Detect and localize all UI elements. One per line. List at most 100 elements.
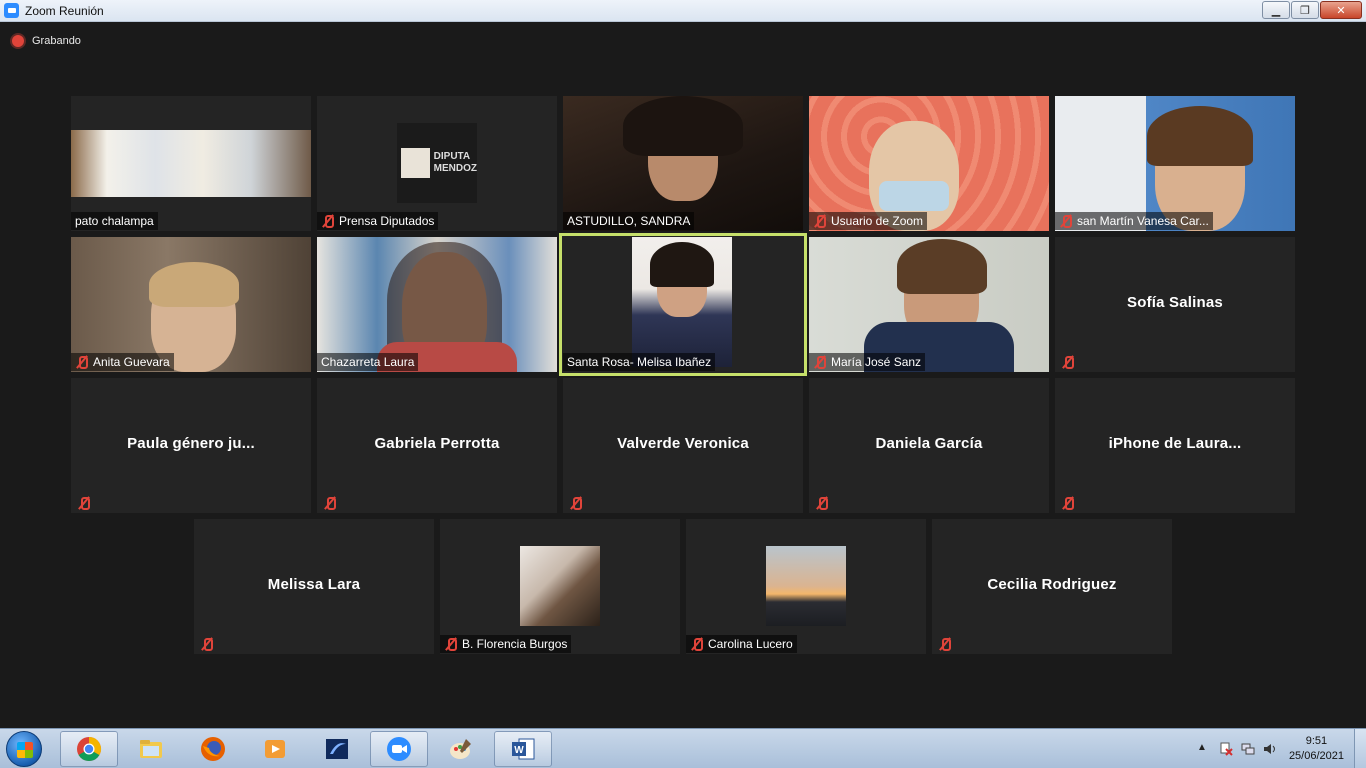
active-speaker-tile[interactable]: Santa Rosa- Melisa Ibañez xyxy=(559,233,807,376)
svg-text:W: W xyxy=(514,745,524,756)
muted-mic-icon xyxy=(77,496,91,510)
chrome-icon xyxy=(77,737,102,762)
participant-name: Valverde Veronica xyxy=(617,435,749,452)
muted-mic-icon xyxy=(323,496,337,510)
restore-button[interactable]: ❐ xyxy=(1291,1,1319,19)
muted-mic-icon xyxy=(1059,214,1073,228)
participant-name-label: Anita Guevara xyxy=(71,353,174,371)
participant-tile[interactable]: Melissa Lara xyxy=(194,519,434,654)
participant-name-label: Carolina Lucero xyxy=(686,635,797,653)
participant-name-label: Usuario de Zoom xyxy=(809,212,928,230)
zoom-icon xyxy=(387,737,411,761)
participant-name: Gabriela Perrotta xyxy=(374,435,500,452)
word-icon: W xyxy=(512,738,535,760)
window-title: Zoom Reunión xyxy=(25,4,104,18)
show-desktop-button[interactable] xyxy=(1354,729,1366,768)
participant-tile[interactable]: san Martín Vanesa Car... xyxy=(1055,96,1295,231)
taskbar-chrome[interactable] xyxy=(60,731,118,767)
taskbar-word[interactable]: W xyxy=(494,731,552,767)
participant-tile[interactable]: Paula género ju... xyxy=(71,378,311,513)
muted-mic-icon xyxy=(569,496,583,510)
participant-name-label: Chazarreta Laura xyxy=(317,353,419,371)
muted-mic-icon xyxy=(938,637,952,651)
window-title-bar: Zoom Reunión ▁ ❐ ✕ xyxy=(0,0,1366,22)
show-hidden-icons-icon[interactable]: ▲ xyxy=(1197,742,1211,756)
recording-label: Grabando xyxy=(32,35,81,47)
muted-mic-icon xyxy=(813,355,827,369)
participant-video xyxy=(71,130,311,197)
taskbar-zoom[interactable] xyxy=(370,731,428,767)
participant-tile[interactable]: Sofía Salinas xyxy=(1055,237,1295,372)
participant-tile[interactable]: iPhone de Laura... xyxy=(1055,378,1295,513)
participant-tile[interactable]: DIPUTA MENDOZ Prensa Diputados xyxy=(317,96,557,231)
participant-name-label: san Martín Vanesa Car... xyxy=(1055,212,1213,230)
profile-photo xyxy=(520,546,600,626)
participant-tile[interactable]: ASTUDILLO, SANDRA xyxy=(563,96,803,231)
app-icon xyxy=(326,739,348,759)
participant-logo: DIPUTA MENDOZ xyxy=(397,123,477,203)
participant-name: iPhone de Laura... xyxy=(1108,435,1242,452)
zoom-app-icon xyxy=(4,3,19,18)
participant-name-label: pato chalampa xyxy=(71,212,158,230)
participant-video xyxy=(1055,96,1295,231)
participant-name: Cecilia Rodriguez xyxy=(987,576,1117,593)
participant-tile[interactable]: María José Sanz xyxy=(809,237,1049,372)
taskbar: W ▲ 9:51 25/06/2021 xyxy=(0,728,1366,768)
participant-tile[interactable]: Anita Guevara xyxy=(71,237,311,372)
recording-indicator[interactable]: Grabando xyxy=(12,35,81,47)
participant-video xyxy=(809,96,1049,231)
muted-mic-icon xyxy=(321,214,335,228)
participant-name: Daniela García xyxy=(875,435,983,452)
participant-video xyxy=(809,237,1049,372)
muted-mic-icon xyxy=(815,496,829,510)
taskbar-app[interactable] xyxy=(308,731,366,767)
participant-name-label: María José Sanz xyxy=(809,353,926,371)
participant-name-label: Santa Rosa- Melisa Ibañez xyxy=(563,353,716,371)
explorer-icon xyxy=(140,740,162,758)
taskbar-firefox[interactable] xyxy=(184,731,242,767)
paint-icon xyxy=(450,739,471,759)
participant-name-label: B. Florencia Burgos xyxy=(440,635,572,653)
minimize-button[interactable]: ▁ xyxy=(1262,1,1290,19)
participant-name-label: Prensa Diputados xyxy=(317,212,439,230)
participant-tile[interactable]: Usuario de Zoom xyxy=(809,96,1049,231)
participant-name: Melissa Lara xyxy=(267,576,361,593)
network-icon[interactable] xyxy=(1241,742,1255,756)
participant-tile[interactable]: Valverde Veronica xyxy=(563,378,803,513)
muted-mic-icon xyxy=(1061,496,1075,510)
muted-mic-icon xyxy=(444,637,458,651)
taskbar-clock[interactable]: 9:51 25/06/2021 xyxy=(1289,734,1344,764)
media-player-icon xyxy=(265,740,285,758)
participant-tile[interactable]: pato chalampa xyxy=(71,96,311,231)
participant-tile[interactable]: Cecilia Rodriguez xyxy=(932,519,1172,654)
muted-mic-icon xyxy=(813,214,827,228)
participant-tile[interactable]: Carolina Lucero xyxy=(686,519,926,654)
building-icon xyxy=(401,148,430,178)
volume-icon[interactable] xyxy=(1263,742,1277,756)
participant-name: Paula género ju... xyxy=(127,435,255,452)
close-button[interactable]: ✕ xyxy=(1320,1,1362,19)
participant-tile[interactable]: B. Florencia Burgos xyxy=(440,519,680,654)
firefox-icon xyxy=(201,737,225,761)
participant-tile[interactable]: Chazarreta Laura xyxy=(317,237,557,372)
taskbar-paint[interactable] xyxy=(432,731,490,767)
participant-tile[interactable]: Gabriela Perrotta xyxy=(317,378,557,513)
muted-mic-icon xyxy=(75,355,89,369)
muted-mic-icon xyxy=(690,637,704,651)
muted-mic-icon xyxy=(1061,355,1075,369)
taskbar-explorer[interactable] xyxy=(122,731,180,767)
participant-video xyxy=(563,96,803,231)
participant-tile[interactable]: Daniela García xyxy=(809,378,1049,513)
system-tray: ▲ 9:51 25/06/2021 xyxy=(1197,729,1366,768)
participant-video xyxy=(71,237,311,372)
muted-mic-icon xyxy=(200,637,214,651)
start-button[interactable] xyxy=(6,731,42,767)
profile-photo xyxy=(766,546,846,626)
taskbar-media-player[interactable] xyxy=(246,731,304,767)
participant-video xyxy=(632,237,732,367)
record-icon xyxy=(12,35,24,47)
participant-name: Sofía Salinas xyxy=(1127,294,1223,311)
participant-name-label: ASTUDILLO, SANDRA xyxy=(563,212,695,230)
action-center-icon[interactable] xyxy=(1219,742,1233,756)
participant-video xyxy=(317,237,557,372)
